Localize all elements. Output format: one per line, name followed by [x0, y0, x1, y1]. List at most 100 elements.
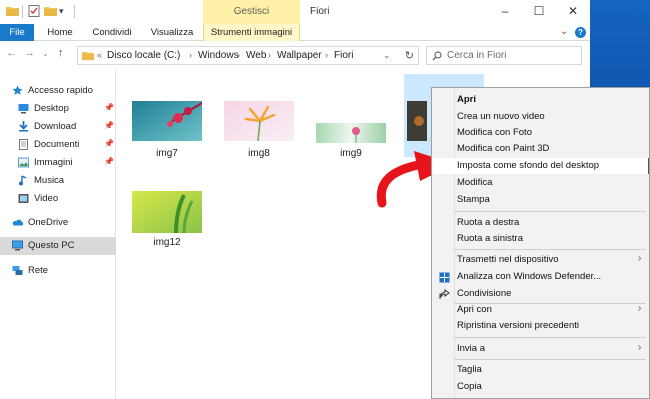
defender-icon [439, 272, 450, 283]
menu-separator [454, 211, 646, 212]
pin-icon[interactable]: 📌 [104, 103, 114, 112]
image-thumbnail-icon [407, 101, 427, 141]
image-thumbnail-icon [316, 123, 386, 143]
nav-item-pictures[interactable]: Immagini 📌 [0, 154, 116, 172]
menu-item-copy[interactable]: Copia [432, 379, 649, 395]
context-menu: Apri Crea un nuovo video Modifica con Fo… [431, 87, 650, 399]
menu-item-share[interactable]: Condivisione [432, 286, 649, 302]
menu-item-rotate-right[interactable]: Ruota a destra [432, 215, 649, 231]
breadcrumb-fiori[interactable]: Fiori [334, 50, 353, 61]
tab-picture-tools[interactable]: Strumenti immagini [203, 24, 300, 41]
menu-item-send-to[interactable]: Invia a › [432, 341, 649, 357]
menu-item-open[interactable]: Apri [432, 92, 649, 108]
download-icon [19, 121, 28, 132]
nav-item-music[interactable]: Musica [0, 172, 116, 190]
menu-item-print[interactable]: Stampa [432, 192, 649, 208]
file-thumbnail-selected[interactable] [407, 101, 427, 141]
address-bar[interactable]: « Disco locale (C:) › Windows › Web › Wa… [77, 46, 419, 65]
image-thumbnail-icon [132, 191, 202, 234]
nav-item-download[interactable]: Download 📌 [0, 118, 116, 136]
nav-item-onedrive[interactable]: OneDrive [0, 214, 116, 232]
window-title: Fiori [310, 6, 330, 17]
file-thumbnail-img12[interactable] [132, 191, 202, 234]
folder-icon [82, 51, 94, 61]
menu-item-scan-with-defender[interactable]: Analizza con Windows Defender... [432, 269, 649, 285]
menu-item-edit-with-photos[interactable]: Modifica con Foto [432, 125, 649, 141]
submenu-arrow-icon: › [638, 303, 642, 314]
file-name-img7[interactable]: img7 [132, 148, 202, 159]
pictures-icon [18, 157, 29, 168]
file-thumbnail-img8[interactable] [224, 101, 294, 142]
documents-icon [19, 139, 28, 150]
address-dropdown-icon[interactable]: ⌄ [383, 50, 391, 61]
breadcrumb-windows[interactable]: Windows [198, 50, 239, 61]
breadcrumb-web[interactable]: Web [246, 50, 266, 61]
breadcrumb-separator-icon[interactable]: › [325, 50, 328, 60]
breadcrumb-separator-icon[interactable]: › [268, 50, 271, 60]
back-icon[interactable]: ← [6, 47, 17, 59]
menu-item-cast-to-device[interactable]: Trasmetti nel dispositivo › [432, 252, 649, 268]
image-thumbnail-icon [224, 101, 294, 142]
address-row: ← → ⌄ ↑ « Disco locale (C:) › Windows › … [0, 42, 590, 68]
menu-item-set-as-desktop-background[interactable]: Imposta come sfondo del desktop [432, 158, 649, 174]
menu-separator [454, 359, 646, 360]
network-icon [12, 266, 23, 275]
menu-item-rotate-left[interactable]: Ruota a sinistra [432, 231, 649, 247]
file-name-img8[interactable]: img8 [224, 148, 294, 159]
menu-item-restore-previous-versions[interactable]: Ripristina versioni precedenti [432, 318, 649, 334]
search-input[interactable]: Cerca in Fiori [426, 46, 582, 65]
desktop-icon [18, 104, 29, 114]
breadcrumb-drive[interactable]: Disco locale (C:) [107, 50, 180, 61]
tab-view[interactable]: Visualizza [144, 24, 200, 41]
new-folder-icon[interactable] [44, 5, 57, 17]
recent-locations-icon[interactable]: ⌄ [42, 49, 49, 58]
pin-icon[interactable]: 📌 [104, 139, 114, 148]
breadcrumb-wallpaper[interactable]: Wallpaper [277, 50, 322, 61]
pin-icon[interactable]: 📌 [104, 157, 114, 166]
nav-item-video[interactable]: Video [0, 190, 116, 208]
music-icon [19, 175, 27, 186]
navigation-pane: Accesso rapido Desktop 📌 Download 📌 Docu… [0, 70, 116, 399]
menu-item-open-with[interactable]: Apri con › [432, 302, 649, 318]
close-button[interactable]: ✕ [556, 0, 590, 24]
star-icon [12, 85, 23, 95]
menu-item-create-video[interactable]: Crea un nuovo video [432, 109, 649, 125]
forward-icon[interactable]: → [24, 47, 35, 59]
customize-toolbar-icon[interactable]: ▾ [59, 5, 72, 17]
breadcrumb-separator-icon[interactable]: › [237, 50, 240, 60]
overflow-chevron-icon[interactable]: « [97, 50, 102, 60]
nav-item-quick-access[interactable]: Accesso rapido [0, 82, 116, 100]
nav-item-this-pc[interactable]: Questo PC [0, 237, 116, 255]
file-thumbnail-img9[interactable] [316, 123, 386, 143]
tab-home[interactable]: Home [40, 24, 80, 41]
video-icon [18, 194, 29, 203]
refresh-icon[interactable]: ↻ [405, 49, 414, 62]
share-icon [439, 289, 450, 299]
pc-icon [12, 240, 23, 251]
nav-item-desktop[interactable]: Desktop 📌 [0, 100, 116, 118]
submenu-arrow-icon: › [638, 253, 642, 264]
menu-separator [454, 249, 646, 250]
tab-file[interactable]: File [0, 24, 34, 41]
maximize-button[interactable]: ☐ [522, 0, 556, 24]
file-name-img12[interactable]: img12 [132, 237, 202, 248]
up-icon[interactable]: ↑ [58, 47, 64, 59]
nav-item-documents[interactable]: Documenti 📌 [0, 136, 116, 154]
context-tab-group-label: Gestisci [203, 0, 300, 24]
folder-icon [6, 7, 19, 16]
menu-item-edit-with-paint3d[interactable]: Modifica con Paint 3D [432, 141, 649, 157]
nav-item-network[interactable]: Rete [0, 262, 116, 280]
ribbon-tabs: File Home Condividi Visualizza Strumenti… [0, 24, 590, 41]
properties-icon[interactable] [28, 5, 41, 17]
menu-item-cut[interactable]: Taglia [432, 362, 649, 378]
pin-icon[interactable]: 📌 [104, 121, 114, 130]
file-thumbnail-img7[interactable] [132, 101, 203, 141]
minimize-button[interactable]: – [488, 0, 522, 24]
search-placeholder: Cerca in Fiori [447, 50, 507, 61]
tab-share[interactable]: Condividi [84, 24, 140, 41]
help-icon[interactable]: ? [575, 27, 586, 38]
expand-ribbon-icon[interactable]: ⌄ [560, 26, 568, 37]
breadcrumb-separator-icon[interactable]: › [189, 50, 192, 60]
menu-item-edit[interactable]: Modifica [432, 175, 649, 191]
onedrive-icon [12, 219, 23, 226]
